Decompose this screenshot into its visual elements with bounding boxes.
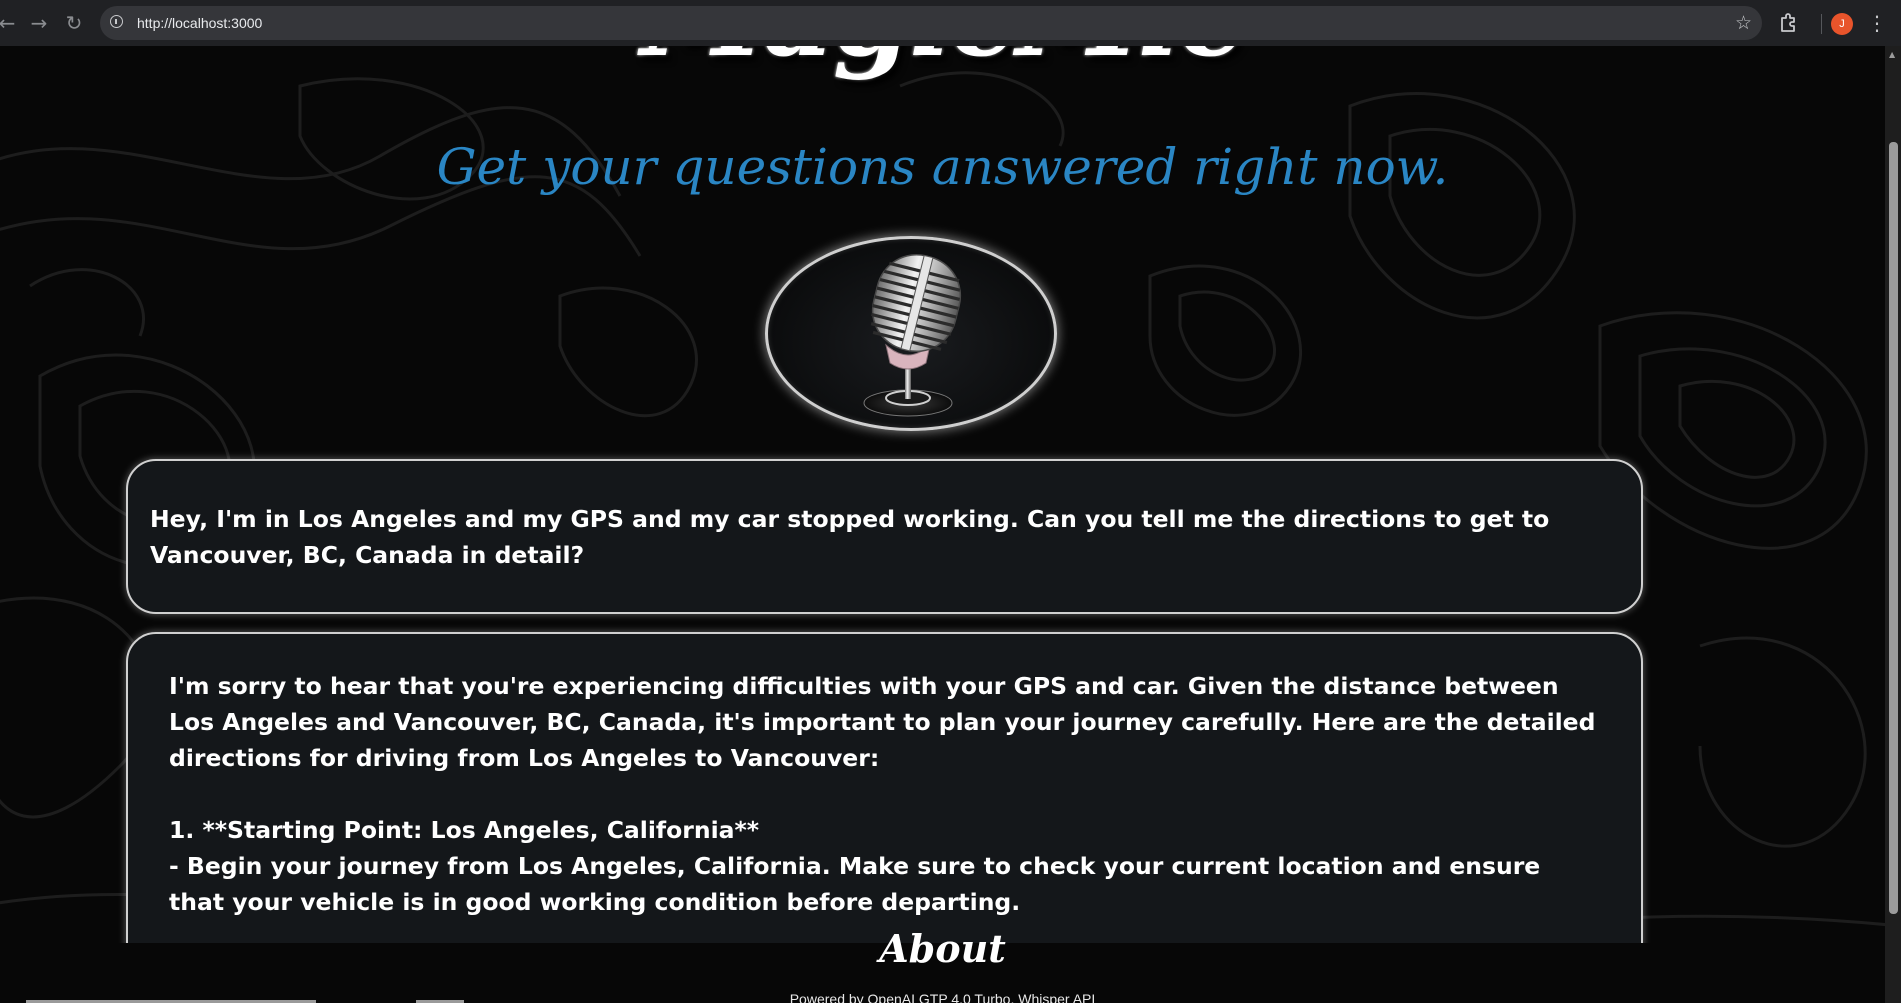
answer-paragraph: I'm sorry to hear that you're experienci…: [169, 672, 1604, 772]
toolbar-divider: [1821, 14, 1822, 34]
answer-step-heading: 1. **Starting Point: Los Angeles, Califo…: [169, 816, 760, 844]
url-text[interactable]: http://localhost:3000: [137, 6, 262, 40]
record-button[interactable]: [765, 236, 1057, 431]
kebab-menu-icon[interactable]: ⋮: [1867, 8, 1887, 38]
info-icon[interactable]: [110, 15, 123, 28]
answer-blank-line: [169, 776, 1601, 812]
tagline: Get your questions answered right now.: [436, 138, 1449, 196]
vertical-scrollbar[interactable]: ▲: [1885, 46, 1901, 1003]
forward-icon[interactable]: →: [26, 10, 52, 36]
star-icon[interactable]: ☆: [1735, 6, 1752, 40]
address-bar[interactable]: http://localhost:3000 ☆: [100, 6, 1762, 40]
back-icon[interactable]: ←: [0, 10, 20, 36]
reload-icon[interactable]: ↻: [61, 10, 87, 36]
scroll-up-icon[interactable]: ▲: [1889, 50, 1895, 59]
puzzle-icon[interactable]: [1777, 11, 1801, 35]
page-viewport: MagicMic Get your questions answered rig…: [0, 46, 1885, 1003]
app-logo: MagicMic: [0, 46, 1885, 82]
profile-avatar[interactable]: J: [1831, 13, 1853, 35]
question-text: Hey, I'm in Los Angeles and my GPS and m…: [150, 505, 1550, 569]
about-heading: About: [879, 926, 1006, 971]
scrollbar-thumb[interactable]: [1889, 142, 1898, 914]
browser-toolbar: ← → ↻ http://localhost:3000 ☆ J ⋮: [0, 0, 1901, 46]
answer-step-detail: - Begin your journey from Los Angeles, C…: [169, 852, 1549, 916]
question-card: Hey, I'm in Los Angeles and my GPS and m…: [126, 459, 1643, 614]
microphone-icon: [863, 254, 962, 417]
